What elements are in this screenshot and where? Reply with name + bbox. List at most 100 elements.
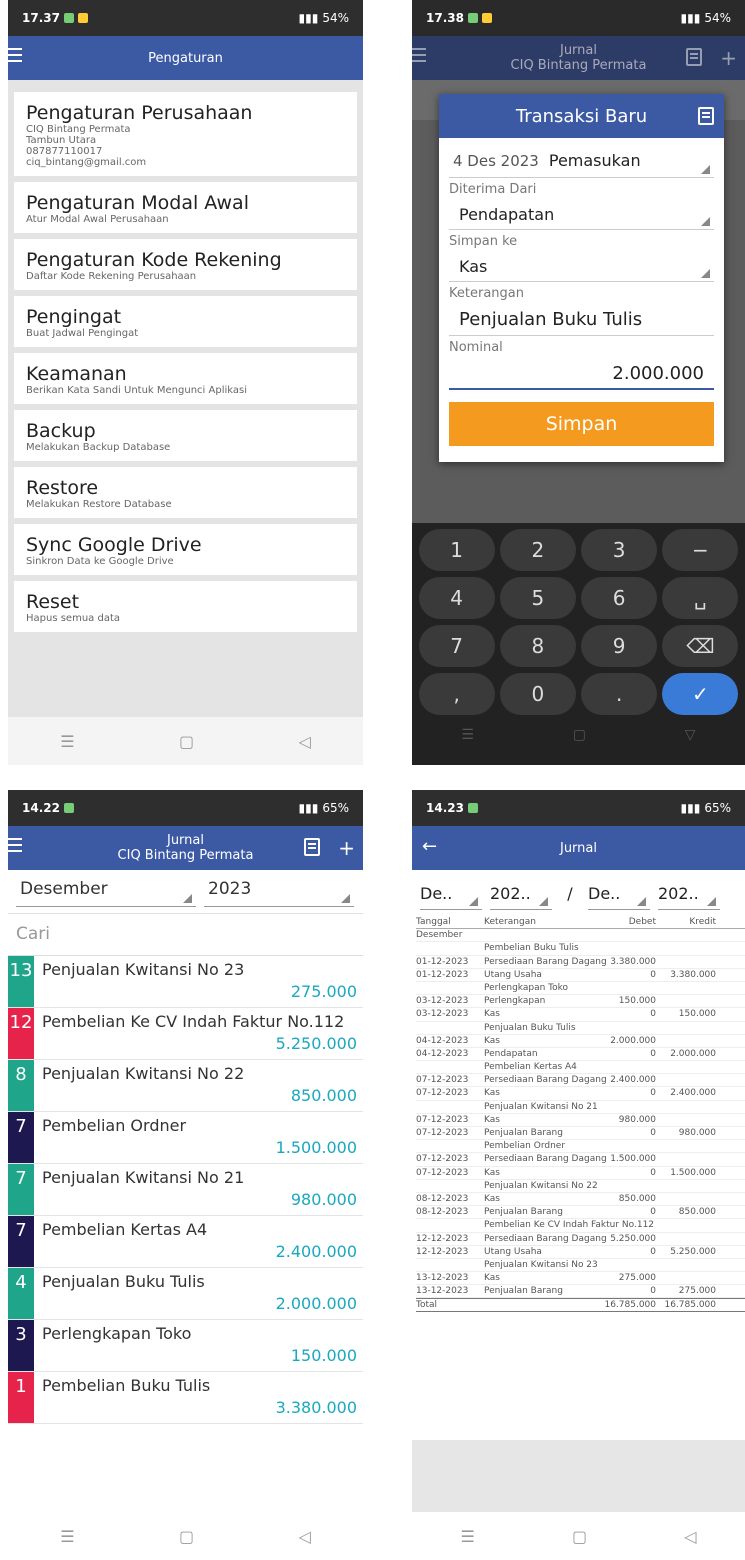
new-entry-icon[interactable] (304, 838, 321, 856)
settings-item[interactable]: Pengingat Buat Jadwal Pengingat (14, 296, 357, 347)
back-icon[interactable]: ◁ (298, 1527, 310, 1546)
ledger-cell: 04-12-2023 (416, 1048, 469, 1059)
new-entry-icon[interactable] (686, 48, 703, 66)
page-title: Jurnal (559, 840, 597, 856)
key-.[interactable]: . (581, 673, 658, 715)
settings-item[interactable]: Pengaturan Perusahaan CIQ Bintang Permata… (14, 92, 357, 176)
journal-desc: Perlengkapan Toko (42, 1324, 192, 1343)
key-✓[interactable]: ✓ (662, 673, 739, 715)
desc-input[interactable]: Penjualan Buku Tulis (449, 304, 714, 336)
ledger-cell: 850.000 (678, 1207, 716, 1218)
settings-item[interactable]: Backup Melakukan Backup Database (14, 410, 357, 461)
from-dropdown[interactable]: Pendapatan (449, 200, 714, 230)
nominal-input[interactable]: 2.000.000 (449, 358, 714, 390)
settings-item[interactable]: Keamanan Berikan Kata Sandi Untuk Mengunc… (14, 353, 357, 404)
key-−[interactable]: − (662, 529, 739, 571)
back-icon[interactable]: ◁ (298, 732, 310, 751)
search-input[interactable]: Cari (8, 914, 363, 956)
ledger-cell: 12-12-2023 (416, 1246, 469, 1257)
to-month-dropdown[interactable]: De.. (588, 884, 650, 910)
key-0[interactable]: 0 (499, 673, 576, 715)
add-icon[interactable]: + (720, 46, 737, 70)
month-dropdown[interactable]: Desember (16, 879, 196, 907)
dropdown-arrow-icon (539, 897, 548, 906)
journal-row[interactable]: 7 Pembelian Ordner 1.500.000 (8, 1112, 363, 1164)
key-4[interactable]: 4 (418, 577, 495, 619)
key-8[interactable]: 8 (499, 625, 576, 667)
ledger-row: 12-12-2023 Persediaan Barang Dagang 5.250.… (416, 1233, 745, 1246)
settings-item-title: Keamanan (26, 363, 127, 385)
journal-amount: 850.000 (290, 1086, 357, 1105)
from-year-dropdown[interactable]: 202.. (490, 884, 552, 910)
add-icon[interactable]: + (338, 836, 355, 860)
home-icon[interactable]: ▢ (179, 732, 194, 751)
entry-list-icon[interactable] (698, 107, 714, 125)
settings-item[interactable]: Pengaturan Modal Awal Atur Modal Awal Per… (14, 182, 357, 233)
home-icon[interactable]: ▢ (179, 1527, 194, 1546)
settings-item[interactable]: Reset Hapus semua data (14, 581, 357, 632)
page-title: Jurnal (559, 43, 597, 58)
settings-item[interactable]: Pengaturan Kode Rekening Daftar Kode Reke… (14, 239, 357, 290)
ledger-cell: Kas (484, 1035, 500, 1046)
system-nav: ☰ ▢ ◁ (412, 1512, 745, 1560)
ledger-cell: Tanggal (416, 917, 451, 927)
hide-keyboard-icon[interactable]: ▽ (685, 727, 696, 743)
settings-item[interactable]: Sync Google Drive Sinkron Data ke Google … (14, 524, 357, 575)
ledger-cell: 07-12-2023 (416, 1167, 469, 1178)
settings-item-subtitle: Berikan Kata Sandi Untuk Mengunci Aplika… (26, 385, 247, 396)
to-dropdown[interactable]: Kas (449, 252, 714, 282)
menu-icon[interactable] (8, 48, 22, 62)
year-dropdown[interactable]: 2023 (204, 879, 354, 907)
key-⌫[interactable]: ⌫ (662, 625, 739, 667)
settings-item-title: Pengaturan Kode Rekening (26, 249, 282, 271)
save-button[interactable]: Simpan (449, 402, 714, 446)
key-5[interactable]: 5 (499, 577, 576, 619)
key-1[interactable]: 1 (418, 529, 495, 571)
journal-row[interactable]: 1 Pembelian Buku Tulis 3.380.000 (8, 1372, 363, 1424)
dropdown-arrow-icon (341, 894, 350, 903)
journal-body: Perlengkapan Toko 150.000 (34, 1320, 363, 1371)
journal-amount: 3.380.000 (275, 1398, 357, 1417)
ledger-cell: Persediaan Barang Dagang (484, 956, 607, 967)
back-icon[interactable]: ◁ (684, 1527, 696, 1546)
from-year-value: 202.. (490, 884, 531, 903)
settings-item-subtitle: Buat Jadwal Pengingat (26, 328, 139, 339)
to-year-dropdown[interactable]: 202.. (658, 884, 720, 910)
menu-icon[interactable] (8, 838, 22, 852)
date-field[interactable]: 4 Des 2023 (453, 152, 539, 170)
journal-row[interactable]: 8 Penjualan Kwitansi No 22 850.000 (8, 1060, 363, 1112)
recents-icon[interactable]: ☰ (60, 732, 74, 751)
key-6[interactable]: 6 (581, 577, 658, 619)
from-month-dropdown[interactable]: De.. (420, 884, 482, 910)
app-icon (77, 13, 88, 23)
recents-icon[interactable]: ☰ (461, 1527, 475, 1546)
settings-item[interactable]: Restore Melakukan Restore Database (14, 467, 357, 518)
journal-body: Penjualan Kwitansi No 22 850.000 (34, 1060, 363, 1111)
type-dropdown[interactable]: Pemasukan (549, 151, 641, 170)
recents-icon[interactable]: ☰ (461, 727, 474, 743)
journal-row[interactable]: 13 Penjualan Kwitansi No 23 275.000 (8, 956, 363, 1008)
settings-item-title: Pengaturan Perusahaan (26, 102, 253, 124)
back-arrow-icon[interactable]: ← (422, 836, 437, 857)
home-icon[interactable]: ▢ (572, 1527, 587, 1546)
ledger-cell (484, 1299, 596, 1310)
recents-icon[interactable]: ☰ (60, 1527, 74, 1546)
journal-row[interactable]: 12 Pembelian Ke CV Indah Faktur No.112 5.2… (8, 1008, 363, 1060)
home-icon[interactable]: ▢ (573, 727, 586, 743)
app-icon (467, 803, 478, 813)
journal-row[interactable]: 7 Pembelian Kertas A4 2.400.000 (8, 1216, 363, 1268)
ledger-cell (700, 1140, 745, 1152)
key-,[interactable]: , (418, 673, 495, 715)
journal-list: 13 Penjualan Kwitansi No 23 275.000 12 Pembe… (8, 956, 363, 1424)
key-9[interactable]: 9 (581, 625, 658, 667)
key-3[interactable]: 3 (581, 529, 658, 571)
journal-row[interactable]: 3 Perlengkapan Toko 150.000 (8, 1320, 363, 1372)
key-␣[interactable]: ␣ (662, 577, 739, 619)
status-time: 14.23 (426, 801, 464, 815)
journal-row[interactable]: 7 Penjualan Kwitansi No 21 980.000 (8, 1164, 363, 1216)
key-2[interactable]: 2 (499, 529, 576, 571)
menu-icon[interactable] (412, 48, 426, 62)
key-7[interactable]: 7 (418, 625, 495, 667)
ledger-row: Penjualan Kwitansi No 23 (416, 1259, 745, 1273)
journal-row[interactable]: 4 Penjualan Buku Tulis 2.000.000 (8, 1268, 363, 1320)
